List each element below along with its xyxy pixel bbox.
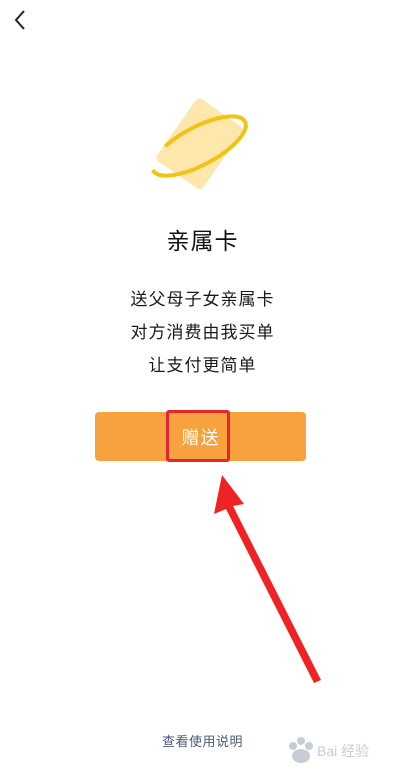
page-title: 亲属卡 [166, 229, 239, 255]
chevron-left-icon [14, 10, 25, 30]
gift-button[interactable]: 赠送 [95, 412, 306, 461]
svg-text:Bai 经验: Bai 经验 [317, 743, 369, 759]
description-line: 对方消费由我买单 [130, 323, 275, 343]
back-button[interactable] [6, 6, 34, 34]
description-line: 让支付更简单 [148, 356, 257, 376]
card-ring-icon [150, 98, 248, 190]
description-line: 送父母子女亲属卡 [130, 290, 275, 310]
watermark-logo: Bai 经验 [289, 737, 369, 763]
